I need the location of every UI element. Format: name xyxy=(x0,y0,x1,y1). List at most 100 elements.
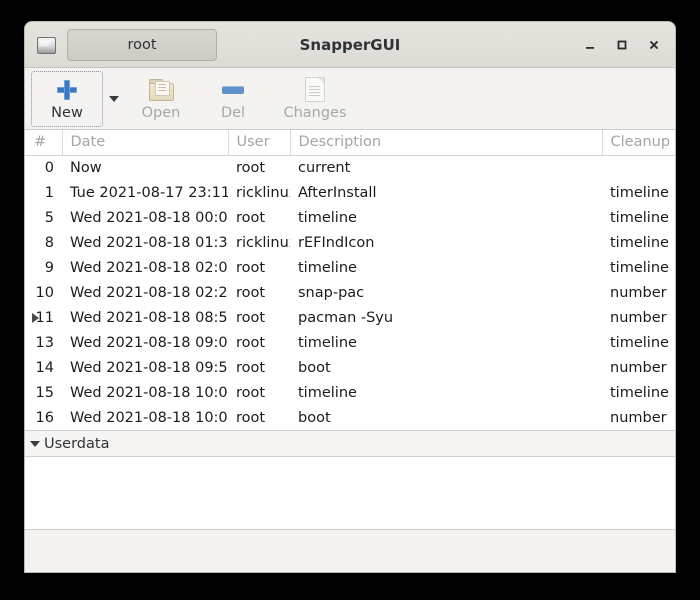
titlebar[interactable]: root SnapperGUI xyxy=(25,22,675,68)
cell-date: Wed 2021-08-18 02:00 xyxy=(70,259,228,276)
close-button[interactable] xyxy=(639,30,669,60)
cell-number: 1 xyxy=(25,180,62,205)
cell-user: root xyxy=(236,309,266,326)
disk-icon xyxy=(35,34,57,56)
app-window: root SnapperGUI New Open Del Changes # D… xyxy=(25,22,675,572)
cell-date: Wed 2021-08-18 02:29 xyxy=(70,284,228,301)
table-row[interactable]: 8 Wed 2021-08-18 01:38 ricklinux rEFIndIcon… xyxy=(25,230,675,255)
table-row[interactable]: 10 Wed 2021-08-18 02:29 root snap-pac number xyxy=(25,280,675,305)
column-header-user[interactable]: User xyxy=(228,130,291,156)
cell-description: timeline xyxy=(298,259,357,276)
delete-button[interactable]: Del xyxy=(197,71,269,127)
cell-date: Wed 2021-08-18 00:00 xyxy=(70,209,228,226)
cell-number-text: 10 xyxy=(35,284,54,301)
cell-user: ricklinux xyxy=(236,234,290,251)
cell-description: AfterInstall xyxy=(298,184,377,201)
table-row[interactable]: 0 Now root current xyxy=(25,155,675,180)
cell-user: root xyxy=(236,159,266,176)
new-dropdown-button[interactable] xyxy=(103,71,125,127)
cell-number: 15 xyxy=(25,380,62,405)
cell-user: root xyxy=(236,384,266,401)
cell-cleanup xyxy=(602,155,675,180)
cell-number: 10 xyxy=(25,280,62,305)
cell-cleanup: timeline xyxy=(610,259,669,276)
userdata-label: Userdata xyxy=(44,435,110,452)
close-icon xyxy=(649,40,659,49)
cell-date: Wed 2021-08-18 10:00 xyxy=(70,384,228,401)
plus-icon xyxy=(56,77,78,103)
cell-number: 8 xyxy=(25,230,62,255)
userdata-panel[interactable] xyxy=(25,457,675,530)
cell-description: timeline xyxy=(298,334,357,351)
triangle-down-icon xyxy=(30,440,40,447)
table-row[interactable]: 13 Wed 2021-08-18 09:00 root timeline timeli… xyxy=(25,330,675,355)
cell-description: snap-pac xyxy=(298,284,365,301)
column-header-cleanup[interactable]: Cleanup xyxy=(602,130,675,156)
cell-user: root xyxy=(236,409,266,426)
table-row[interactable]: 14 Wed 2021-08-18 09:50 root boot number xyxy=(25,355,675,380)
cell-cleanup: number xyxy=(610,309,667,326)
table-row[interactable]: 1 Tue 2021-08-17 23:11 ricklinux AfterInsta… xyxy=(25,180,675,205)
cell-user: root xyxy=(236,284,266,301)
cell-date: Now xyxy=(70,159,102,176)
table-header-row: # Date User Description Cleanup xyxy=(25,130,675,156)
changes-button[interactable]: Changes xyxy=(269,71,361,127)
cell-date: Wed 2021-08-18 08:56 xyxy=(70,309,228,326)
cell-number: 0 xyxy=(25,155,62,180)
cell-number-text: 16 xyxy=(35,409,54,426)
cell-number-text: 14 xyxy=(35,359,54,376)
cell-number: 16 xyxy=(25,405,62,430)
open-button[interactable]: Open xyxy=(125,71,197,127)
cell-date: Wed 2021-08-18 01:38 xyxy=(70,234,228,251)
cell-number-text: 1 xyxy=(44,184,54,201)
column-header-number[interactable]: # xyxy=(25,130,63,156)
table-row[interactable]: 5 Wed 2021-08-18 00:00 root timeline timelin… xyxy=(25,205,675,230)
cell-user: ricklinux xyxy=(236,184,290,201)
new-button[interactable]: New xyxy=(31,70,103,127)
cell-cleanup: number xyxy=(610,284,667,301)
cell-number: 14 xyxy=(25,355,62,380)
column-header-date[interactable]: Date xyxy=(62,130,229,156)
snapshot-table: # Date User Description Cleanup 0 Now root… xyxy=(25,130,675,430)
minimize-button[interactable] xyxy=(575,30,605,60)
cell-number: 9 xyxy=(25,255,62,280)
userdata-expander[interactable]: Userdata xyxy=(25,430,675,457)
cell-date: Wed 2021-08-18 09:50 xyxy=(70,359,228,376)
maximize-icon xyxy=(617,40,627,49)
new-button-label: New xyxy=(51,104,83,121)
table-row[interactable]: 16 Wed 2021-08-18 10:01 root boot number xyxy=(25,405,675,430)
cell-cleanup: number xyxy=(610,359,667,376)
cell-number-text: 13 xyxy=(35,334,54,351)
cell-number-text: 15 xyxy=(35,384,54,401)
cell-user: root xyxy=(236,209,266,226)
cell-cleanup: timeline xyxy=(610,334,669,351)
document-icon xyxy=(305,77,325,103)
cell-cleanup: timeline xyxy=(610,184,669,201)
cell-user: root xyxy=(236,259,266,276)
table-row[interactable]: 15 Wed 2021-08-18 10:00 root timeline timeli… xyxy=(25,380,675,405)
cell-number: 5 xyxy=(25,205,62,230)
maximize-button[interactable] xyxy=(607,30,637,60)
cell-number: 13 xyxy=(25,330,62,355)
cell-cleanup: timeline xyxy=(610,209,669,226)
minus-icon xyxy=(222,77,244,103)
snapshot-list: # Date User Description Cleanup 0 Now root… xyxy=(25,130,675,430)
cell-description: rEFIndIcon xyxy=(298,234,375,251)
minimize-icon xyxy=(586,46,594,49)
cell-date: Wed 2021-08-18 09:00 xyxy=(70,334,228,351)
cell-number-text: 8 xyxy=(44,234,54,251)
open-button-label: Open xyxy=(141,104,181,121)
cell-number-text: 5 xyxy=(44,209,54,226)
cell-date: Tue 2021-08-17 23:11 xyxy=(70,184,228,201)
table-row[interactable]: 9 Wed 2021-08-18 02:00 root timeline timelin… xyxy=(25,255,675,280)
config-tab-label: root xyxy=(127,36,157,53)
row-expander-triangle-icon[interactable] xyxy=(32,312,39,323)
table-row[interactable]: 11 Wed 2021-08-18 08:56 root pacman -Syu num… xyxy=(25,305,675,330)
statusbar xyxy=(25,530,675,572)
cell-description: pacman -Syu xyxy=(298,309,394,326)
cell-description: boot xyxy=(298,409,331,426)
cell-cleanup: timeline xyxy=(610,234,669,251)
column-header-description[interactable]: Description xyxy=(290,130,603,156)
cell-user: root xyxy=(236,334,266,351)
config-tab-root[interactable]: root xyxy=(67,28,217,61)
